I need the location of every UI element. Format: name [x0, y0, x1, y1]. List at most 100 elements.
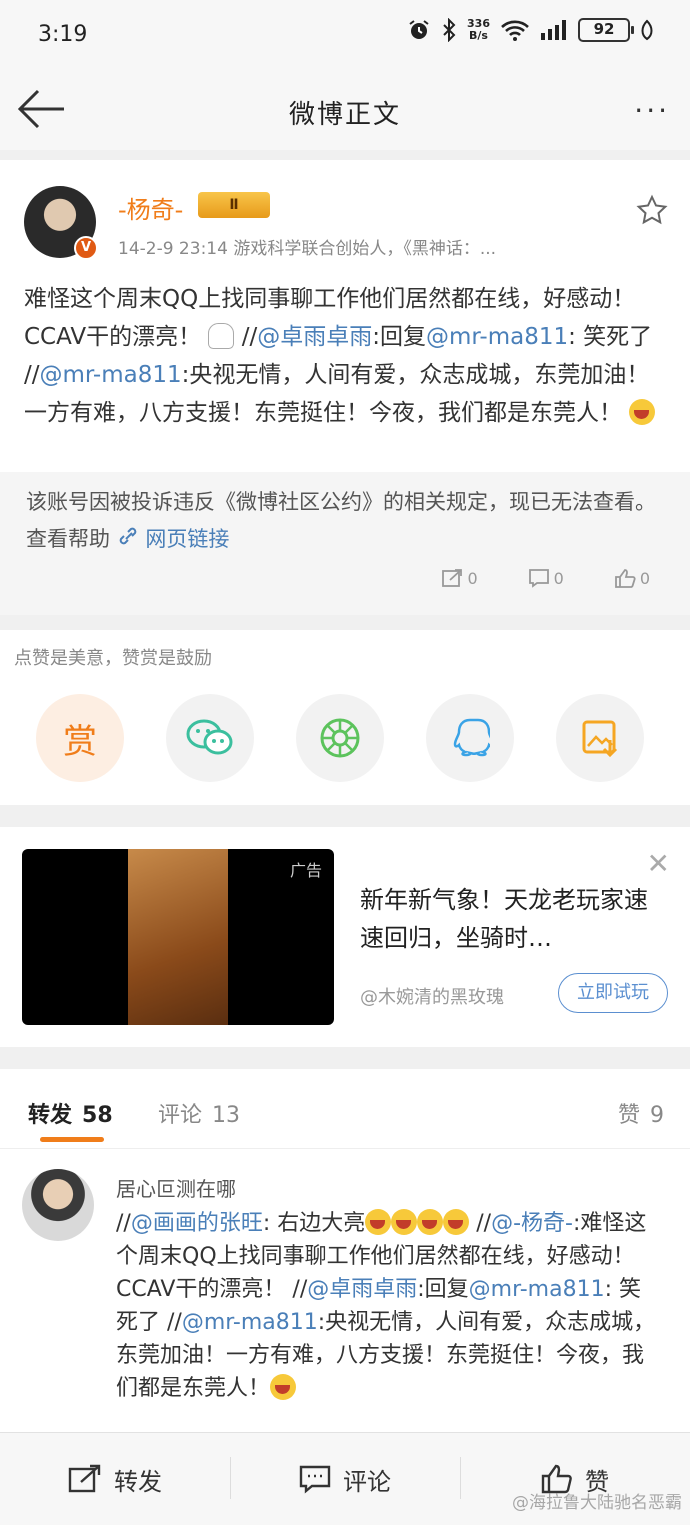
- comment-button[interactable]: 评论: [230, 1433, 460, 1525]
- bluetooth-icon: [443, 18, 456, 42]
- repost-item-text-part: :回复: [417, 1277, 469, 1302]
- mention-link[interactable]: @mr-ma811: [182, 1310, 318, 1335]
- link-icon: [119, 527, 136, 545]
- mention-link[interactable]: @-杨奇-: [491, 1211, 573, 1236]
- mention-link[interactable]: @mr-ma811: [426, 324, 568, 350]
- post-text-part: :回复: [372, 324, 426, 350]
- laugh-emoji-icon: [270, 1374, 297, 1400]
- avatar[interactable]: [22, 1169, 94, 1241]
- post-time: 14-2-9 23:14: [118, 239, 228, 259]
- repost-item-username[interactable]: 居心叵测在哪: [116, 1173, 236, 1202]
- leaf-icon: [641, 19, 653, 41]
- tab-comment-label: 评论: [158, 1103, 203, 1128]
- net-speed-unit: B/s: [469, 29, 488, 42]
- ad-card[interactable]: 广告 ✕ 新年新气象！天龙老玩家速速回归，坐骑时… @木婉清的黑玫瑰 立即试玩: [0, 827, 690, 1047]
- post-username[interactable]: -杨奇-: [118, 190, 183, 225]
- comment-icon: [528, 569, 549, 588]
- ad-tag: 广告: [289, 861, 322, 880]
- ad-title[interactable]: 新年新气象！天龙老玩家速速回归，坐骑时…: [360, 881, 650, 957]
- reposted-repost-count: 0: [467, 568, 478, 588]
- wechat-icon: [186, 719, 233, 755]
- laugh-emoji-icon: [629, 399, 656, 425]
- tab-repost-count: 58: [82, 1103, 113, 1128]
- nav-bar: 微博正文 ···: [0, 70, 690, 150]
- post-text: 难怪这个周末QQ上找同事聊工作他们居然都在线，好感动！CCAV干的漂亮！ //@…: [24, 280, 668, 432]
- repost-icon: [68, 1464, 101, 1493]
- tab-repost-label: 转发: [28, 1103, 73, 1128]
- share-row: 赏: [36, 694, 644, 782]
- wifi-icon: [501, 20, 529, 41]
- repost-icon: [442, 569, 463, 587]
- laugh-emoji-icon: [443, 1209, 470, 1235]
- reposted-repost-button[interactable]: 0: [441, 568, 478, 588]
- qq-icon: [453, 718, 490, 757]
- save-image-button[interactable]: [556, 694, 644, 782]
- vip-badge[interactable]: Ⅱ: [198, 192, 270, 218]
- close-icon[interactable]: ✕: [647, 847, 670, 880]
- post-text-part: //: [241, 324, 258, 350]
- battery-indicator: 92: [578, 18, 634, 42]
- ad-video[interactable]: 广告: [22, 849, 334, 1025]
- reward-button[interactable]: 赏: [36, 694, 124, 782]
- tab-like-label: 赞: [617, 1103, 640, 1128]
- mention-link[interactable]: @画画的张旺: [131, 1211, 263, 1236]
- active-tab-indicator: [40, 1137, 104, 1142]
- repost-button[interactable]: 转发: [0, 1433, 230, 1525]
- web-link-label: 网页链接: [145, 527, 230, 551]
- post-card: V -杨奇- Ⅱ 14-2-9 23:14 游戏科学联合创始人，《黑神话：...…: [0, 160, 690, 615]
- ghost-emoji-icon: [208, 323, 235, 349]
- repost-item-text: //@画画的张旺: 右边大亮 //@-杨奇-:难怪这个周末QQ上找同事聊工作他们…: [116, 1207, 656, 1405]
- status-bar: 3:19 336 B/s 92: [0, 0, 690, 70]
- page-title: 微博正文: [288, 100, 401, 130]
- web-link[interactable]: 网页链接: [117, 527, 230, 551]
- reposted-like-count: 0: [639, 568, 650, 588]
- reposted-block[interactable]: 该账号因被投诉违反《微博社区公约》的相关规定，现已无法查看。查看帮助 网页链接 …: [0, 472, 690, 615]
- interaction-tabs: 转发 58 评论 13 赞9: [0, 1069, 690, 1149]
- reposted-comment-button[interactable]: 0: [528, 568, 564, 588]
- share-wechat-button[interactable]: [166, 694, 254, 782]
- mention-link[interactable]: @卓雨卓雨: [307, 1277, 417, 1302]
- comment-button-label: 评论: [343, 1467, 391, 1496]
- mention-link[interactable]: @mr-ma811: [40, 362, 182, 388]
- ad-cta-button[interactable]: 立即试玩: [558, 973, 668, 1013]
- reward-tip: 点赞是美意，赞赏是鼓励: [14, 648, 212, 669]
- laugh-emoji-icon: [365, 1209, 392, 1235]
- watermark: @海拉鲁大陆驰名恶霸: [512, 1493, 682, 1513]
- star-icon[interactable]: [636, 194, 668, 226]
- share-qq-button[interactable]: [426, 694, 514, 782]
- post-source: 游戏科学联合创始人，《黑神话：...: [233, 239, 497, 259]
- moments-icon: [320, 718, 360, 758]
- post-meta: 14-2-9 23:14 游戏科学联合创始人，《黑神话：...: [118, 234, 496, 259]
- laugh-emoji-icon: [391, 1209, 418, 1235]
- tab-comment-count: 13: [212, 1103, 241, 1128]
- status-time: 3:19: [38, 22, 88, 47]
- tab-like[interactable]: 赞9: [618, 1097, 664, 1129]
- like-icon: [614, 569, 636, 588]
- reposted-like-button[interactable]: 0: [614, 568, 650, 588]
- reposted-comment-count: 0: [553, 568, 564, 588]
- net-speed: 336 B/s: [467, 18, 490, 42]
- signal-icon: [541, 20, 566, 40]
- reposted-actions: 0 0 0: [441, 568, 650, 588]
- bottom-action-bar: 转发 评论 赞 @海拉鲁大陆驰名恶霸: [0, 1432, 690, 1525]
- tab-comment[interactable]: 评论 13: [158, 1097, 240, 1129]
- status-icons: 336 B/s 92: [407, 18, 654, 42]
- repost-item-text-part: //: [469, 1211, 492, 1236]
- mention-link[interactable]: @卓雨卓雨: [257, 324, 372, 350]
- alarm-icon: [409, 20, 429, 39]
- repost-item-text-part: //: [116, 1211, 131, 1236]
- ad-video-frame: [128, 849, 228, 1025]
- reward-card: 点赞是美意，赞赏是鼓励 赏: [0, 630, 690, 805]
- repost-item-text-part: : 右边大亮: [262, 1211, 366, 1236]
- laugh-emoji-icon: [417, 1209, 444, 1235]
- verified-icon: V: [74, 236, 98, 260]
- mention-link[interactable]: @mr-ma811: [469, 1277, 605, 1302]
- reposted-text: 该账号因被投诉违反《微博社区公约》的相关规定，现已无法查看。查看帮助 网页链接: [26, 484, 666, 558]
- save-image-icon: [582, 720, 618, 758]
- more-icon[interactable]: ···: [634, 94, 670, 127]
- tab-repost[interactable]: 转发 58: [28, 1097, 113, 1129]
- comment-icon: [299, 1465, 331, 1494]
- repost-button-label: 转发: [114, 1467, 162, 1496]
- share-moments-button[interactable]: [296, 694, 384, 782]
- ad-source: @木婉清的黑玫瑰: [360, 987, 504, 1008]
